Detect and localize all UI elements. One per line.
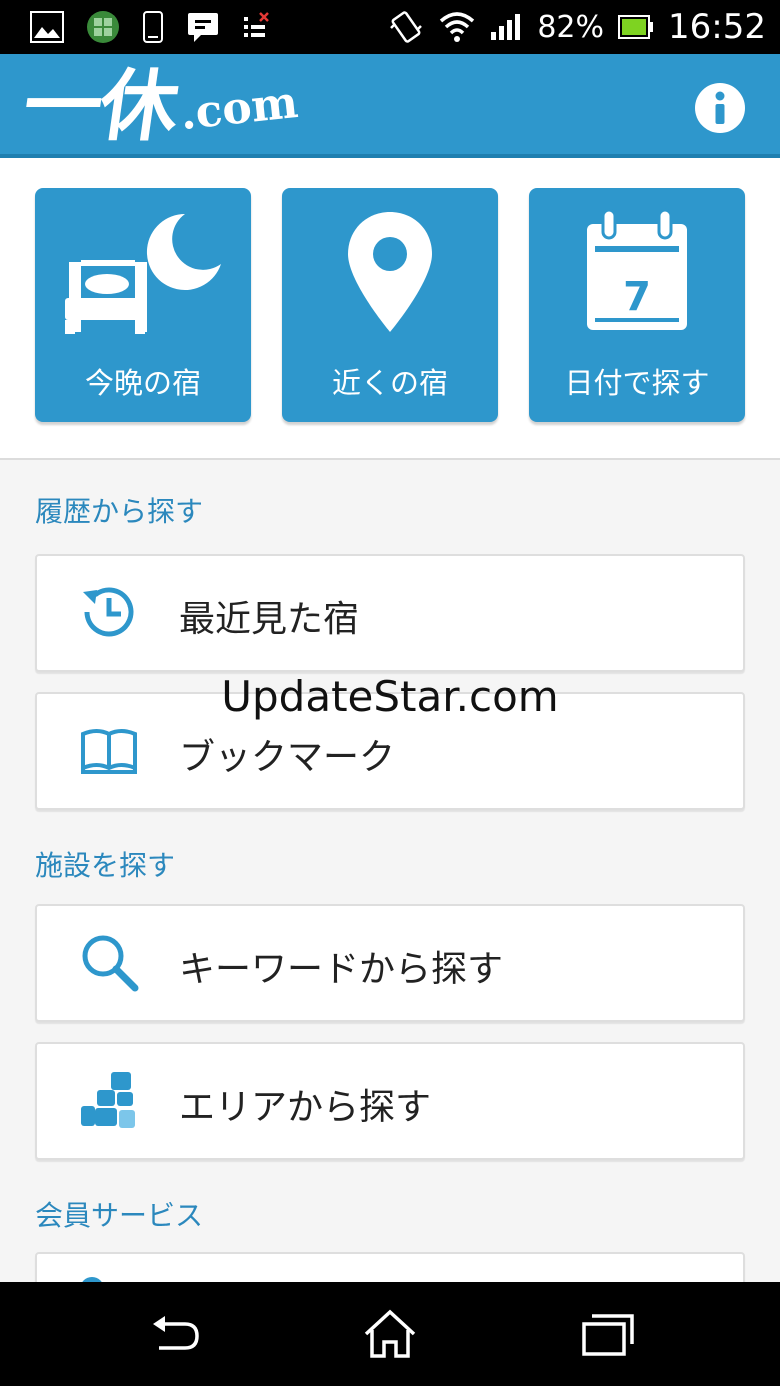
recent-apps-icon[interactable] (576, 1308, 636, 1360)
keyword-search-label: キーワードから探す (179, 949, 504, 990)
bookmark-label: ブックマーク (179, 737, 396, 778)
member-section-title: 会員サービス (35, 1199, 204, 1232)
app-logo[interactable]: 一休 .com (18, 62, 301, 152)
date-search-tile[interactable]: 7 日付で探す (529, 188, 745, 422)
logo-suffix: .com (177, 76, 301, 141)
area-blocks-icon (81, 1072, 135, 1128)
gallery-icon (30, 11, 64, 43)
data-error-icon (244, 12, 269, 37)
tonight-label: 今晩の宿 (84, 366, 201, 400)
home-icon[interactable] (360, 1308, 420, 1360)
app-header: 一休 .com (0, 54, 780, 158)
area-search-item[interactable]: エリアから探す (35, 1042, 745, 1160)
battery-icon (618, 15, 654, 39)
quick-actions: 今晩の宿 近くの宿 7 日付で探す (0, 158, 780, 460)
book-icon (81, 729, 137, 774)
facility-section-title: 施設を探す (35, 849, 176, 882)
battery-percent: 82% (537, 9, 605, 45)
vibrate-icon (390, 11, 423, 43)
phone-icon (143, 11, 163, 43)
calendar-day: 7 (623, 274, 651, 320)
date-search-label: 日付で探す (564, 366, 710, 400)
app-notification-icon (87, 11, 119, 43)
recently-viewed-item[interactable]: 最近見た宿 (35, 554, 745, 672)
tonight-tile[interactable]: 今晩の宿 (35, 188, 251, 422)
history-section-title: 履歴から探す (35, 495, 204, 528)
bed-moon-icon (65, 213, 221, 334)
bookmark-item[interactable]: ブックマーク (35, 692, 745, 810)
wifi-icon (440, 12, 475, 42)
nearby-label: 近くの宿 (331, 366, 448, 400)
logo-mark: 一休 (17, 62, 183, 152)
calendar-icon: 7 (587, 208, 687, 330)
search-icon (82, 935, 139, 992)
area-search-label: エリアから探す (179, 1087, 432, 1128)
clock: 16:52 (668, 7, 766, 47)
message-icon (188, 13, 218, 42)
back-icon[interactable] (145, 1308, 205, 1360)
recently-viewed-label: 最近見た宿 (179, 599, 360, 640)
navigation-bar (0, 1282, 780, 1386)
history-clock-icon (83, 587, 134, 637)
status-bar: 82% 16:52 (0, 0, 780, 54)
info-icon[interactable] (694, 82, 746, 134)
keyword-search-item[interactable]: キーワードから探す (35, 904, 745, 1022)
signal-icon (491, 14, 521, 40)
map-pin-icon (348, 212, 432, 332)
nearby-tile[interactable]: 近くの宿 (282, 188, 498, 422)
